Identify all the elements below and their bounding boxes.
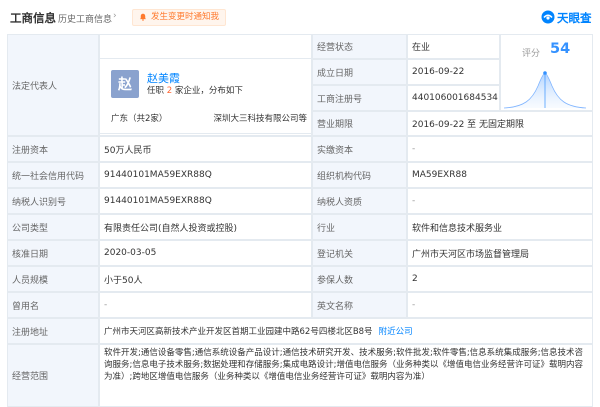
term-label: 营业期限 <box>312 111 407 136</box>
credit-label: 统一社会信用代码 <box>7 162 99 188</box>
legal-rep-label: 法定代表人 <box>7 34 99 136</box>
english-name-label: 英文名称 <box>312 292 407 318</box>
authority-label: 登记机关 <box>312 240 407 266</box>
taxid-value: 91440101MA59EXR88Q <box>99 188 312 214</box>
insured-value: 2 <box>407 266 593 292</box>
founded-value: 2016-09-22 <box>407 59 500 85</box>
legal-rep-distribution: 广东（共2家） 深圳大三科技有限公司等 <box>111 112 307 124</box>
legal-rep-summary: 任职 2 家企业，分布如下 <box>147 84 243 96</box>
founded-label: 成立日期 <box>312 59 407 85</box>
score-distribution-icon <box>503 71 587 109</box>
status-label: 经营状态 <box>312 34 407 59</box>
nearby-companies-link[interactable]: 附近公司 <box>379 325 413 337</box>
org-label: 组织机构代码 <box>312 162 407 188</box>
taxid-label: 纳税人识别号 <box>7 188 99 214</box>
credit-value: 91440101MA59EXR88Q <box>99 162 312 188</box>
avatar: 赵 <box>111 70 139 98</box>
legal-rep-summary-suffix: 家企业，分布如下 <box>174 86 243 96</box>
former-name-value: - <box>99 292 312 318</box>
change-notify-button[interactable]: 发生变更时通知我 <box>132 9 227 26</box>
legal-rep-summary-prefix: 任职 <box>147 86 165 96</box>
type-value: 有限责任公司(自然人投资或控股) <box>99 214 312 240</box>
eye-logo-icon <box>541 10 555 24</box>
term-value: 2016-09-22 至 无固定期限 <box>407 111 593 136</box>
paid-label: 实缴资本 <box>312 136 407 162</box>
industry-label: 行业 <box>312 214 407 240</box>
industry-value: 软件和信息技术服务业 <box>407 214 593 240</box>
approve-label: 核准日期 <box>7 240 99 266</box>
tab-history-business-info[interactable]: 历史工商信息 <box>58 12 112 25</box>
status-value: 在业 <box>407 34 500 59</box>
paid-value: - <box>407 136 593 162</box>
score-value: 54 <box>550 41 571 57</box>
capital-value: 50万人民币 <box>99 136 312 162</box>
taxq-label: 纳税人资质 <box>312 188 407 214</box>
authority-value: 广州市天河区市场监督管理局 <box>407 240 593 266</box>
staff-label: 人员规模 <box>7 266 99 292</box>
address-cell: 广州市天河区高新技术产业开发区首期工业园建中路62号四楼北区B8号 附近公司 <box>99 318 593 344</box>
bell-icon <box>140 13 146 21</box>
address-value: 广州市天河区高新技术产业开发区首期工业园建中路62号四楼北区B8号 <box>104 327 373 337</box>
english-name-value: - <box>407 292 593 318</box>
legal-rep-company-count[interactable]: 2 <box>167 86 172 96</box>
scope-value: 软件开发;通信设备零售;通信系统设备产品设计;通信技术研究开发、技术服务;软件批… <box>99 344 593 407</box>
change-notify-label: 发生变更时通知我 <box>151 12 220 22</box>
address-label: 注册地址 <box>7 318 99 344</box>
former-name-label: 曾用名 <box>7 292 99 318</box>
header: 工商信息 历史工商信息 › 发生变更时通知我 天眼查 <box>0 0 600 34</box>
insured-label: 参保人数 <box>312 266 407 292</box>
logo-text: 天眼查 <box>557 11 592 25</box>
legal-rep-company-link[interactable]: 深圳大三科技有限公司等 <box>213 112 307 124</box>
regno-label: 工商注册号 <box>312 85 407 111</box>
chevron-right-icon[interactable]: › <box>113 11 117 21</box>
taxq-value: - <box>407 188 593 214</box>
legal-rep-region: 广东（共2家） <box>111 114 168 124</box>
scope-label: 经营范围 <box>7 344 99 407</box>
type-label: 公司类型 <box>7 214 99 240</box>
business-info-table: 法定代表人 赵 赵美霞 任职 2 家企业，分布如下 广东（共2家） 深圳大三科技… <box>7 34 593 407</box>
tab-business-info[interactable]: 工商信息 <box>10 10 56 26</box>
approve-value: 2020-03-05 <box>99 240 312 266</box>
org-value: MA59EXR88 <box>407 162 593 188</box>
capital-label: 注册资本 <box>7 136 99 162</box>
legal-rep-card: 赵 赵美霞 任职 2 家企业，分布如下 广东（共2家） 深圳大三科技有限公司等 <box>99 58 312 134</box>
regno-value: 440106001684534 <box>407 85 500 111</box>
score-label: 评分 <box>522 49 541 59</box>
staff-value: 小于50人 <box>99 266 312 292</box>
